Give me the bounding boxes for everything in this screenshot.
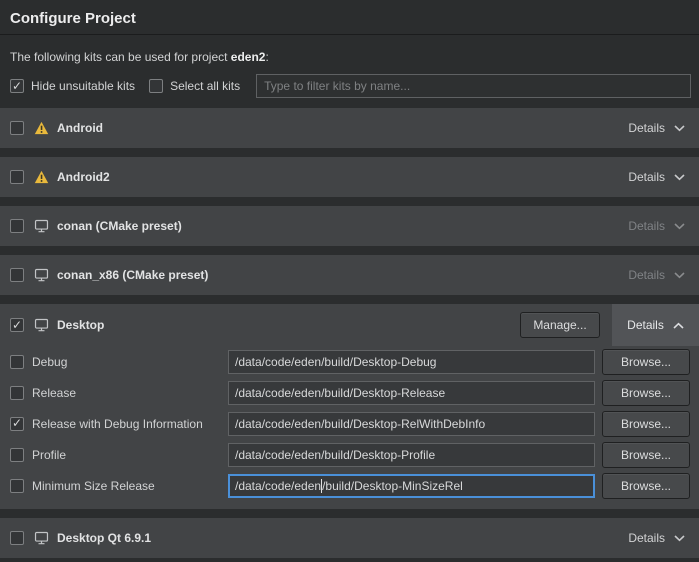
- kit-filter-controls: Hide unsuitable kits Select all kits: [0, 74, 699, 98]
- project-name: eden2: [231, 50, 266, 64]
- select-all-kits-label: Select all kits: [170, 79, 240, 93]
- build-config-row-relwithdebinfo: Release with Debug Information Browse...: [0, 408, 699, 439]
- build-dir-input-release[interactable]: [228, 381, 595, 405]
- kit-row-android: Android Details: [0, 108, 699, 148]
- build-config-label: Debug: [32, 355, 228, 369]
- page-title-bar: Configure Project: [0, 0, 699, 35]
- browse-button[interactable]: Browse...: [602, 473, 690, 499]
- details-button-disabled[interactable]: Details: [618, 206, 699, 246]
- configure-project-page: Configure Project The following kits can…: [0, 0, 699, 562]
- kit-row-desktop-qt-691: Desktop Qt 6.9.1 Details: [0, 518, 699, 558]
- build-dir-input-relwithdebinfo[interactable]: [228, 412, 595, 436]
- build-config-label: Release: [32, 386, 228, 400]
- intro-prefix: The following kits can be used for proje…: [10, 50, 231, 64]
- build-dir-input-debug[interactable]: [228, 350, 595, 374]
- kit-name: Desktop Qt 6.9.1: [57, 531, 151, 545]
- browse-button[interactable]: Browse...: [602, 442, 690, 468]
- kit-name: conan (CMake preset): [57, 219, 182, 233]
- input-text-after-caret: /build/Desktop-MinSizeRel: [322, 479, 463, 493]
- desktop-icon: [34, 318, 49, 332]
- build-config-checkbox[interactable]: [10, 479, 24, 493]
- details-button-disabled[interactable]: Details: [618, 255, 699, 295]
- kit-name: Android2: [57, 170, 110, 184]
- page-title: Configure Project: [10, 10, 689, 27]
- kit-checkbox[interactable]: [10, 219, 24, 233]
- kit-group-desktop: Desktop Manage... Details Debug Browse..…: [0, 304, 699, 509]
- details-label: Details: [628, 531, 665, 545]
- browse-button[interactable]: Browse...: [602, 411, 690, 437]
- kit-name: Android: [57, 121, 103, 135]
- build-config-row-debug: Debug Browse...: [0, 346, 699, 377]
- browse-button[interactable]: Browse...: [602, 380, 690, 406]
- select-all-kits-option[interactable]: Select all kits: [149, 79, 240, 93]
- kit-row-android2: Android2 Details: [0, 157, 699, 197]
- select-all-kits-checkbox[interactable]: [149, 79, 163, 93]
- chevron-down-icon: [674, 174, 685, 181]
- kit-checkbox[interactable]: [10, 531, 24, 545]
- build-config-label: Profile: [32, 448, 228, 462]
- kit-row-conan-x86: conan_x86 (CMake preset) Details: [0, 255, 699, 295]
- build-config-checkbox[interactable]: [10, 386, 24, 400]
- hide-unsuitable-kits-label: Hide unsuitable kits: [31, 79, 135, 93]
- kit-checkbox[interactable]: [10, 318, 24, 332]
- kit-name: Desktop: [57, 318, 104, 332]
- kit-checkbox[interactable]: [10, 121, 24, 135]
- kit-row-conan: conan (CMake preset) Details: [0, 206, 699, 246]
- build-dir-input-minsizerel-focused[interactable]: /data/code/eden/build/Desktop-MinSizeRel: [228, 474, 595, 498]
- chevron-down-icon: [674, 535, 685, 542]
- build-config-label: Release with Debug Information: [32, 417, 228, 431]
- manage-button[interactable]: Manage...: [520, 312, 600, 338]
- details-button[interactable]: Details: [618, 518, 699, 558]
- details-label: Details: [628, 268, 665, 282]
- desktop-icon: [34, 219, 49, 233]
- build-config-row-profile: Profile Browse...: [0, 439, 699, 470]
- input-text-before-caret: /data/code/eden: [235, 479, 321, 493]
- desktop-icon: [34, 531, 49, 545]
- details-label: Details: [628, 219, 665, 233]
- hide-unsuitable-kits-checkbox[interactable]: [10, 79, 24, 93]
- build-config-row-minsizerel: Minimum Size Release /data/code/eden/bui…: [0, 470, 699, 501]
- chevron-down-icon: [674, 125, 685, 132]
- chevron-down-icon: [674, 272, 685, 279]
- details-button[interactable]: Details: [618, 157, 699, 197]
- chevron-up-icon: [673, 322, 684, 329]
- details-button[interactable]: Details: [618, 108, 699, 148]
- chevron-down-icon: [674, 223, 685, 230]
- browse-button[interactable]: Browse...: [602, 349, 690, 375]
- build-config-checkbox[interactable]: [10, 448, 24, 462]
- intro-suffix: :: [265, 50, 268, 64]
- kit-checkbox[interactable]: [10, 268, 24, 282]
- warning-icon: [34, 170, 49, 184]
- desktop-icon: [34, 268, 49, 282]
- kit-filter-input[interactable]: [256, 74, 691, 98]
- intro-text: The following kits can be used for proje…: [10, 50, 689, 64]
- details-button-expanded[interactable]: Details: [612, 304, 699, 346]
- kit-list: Android Details Android2 Details: [0, 108, 699, 558]
- build-config-checkbox[interactable]: [10, 355, 24, 369]
- build-config-row-release: Release Browse...: [0, 377, 699, 408]
- hide-unsuitable-kits-option[interactable]: Hide unsuitable kits: [10, 79, 135, 93]
- build-config-checkbox[interactable]: [10, 417, 24, 431]
- build-config-label: Minimum Size Release: [32, 479, 228, 493]
- build-dir-input-profile[interactable]: [228, 443, 595, 467]
- kit-row-desktop: Desktop Manage... Details: [0, 304, 699, 346]
- warning-icon: [34, 121, 49, 135]
- details-label: Details: [628, 170, 665, 184]
- details-label: Details: [627, 318, 664, 332]
- kit-name: conan_x86 (CMake preset): [57, 268, 208, 282]
- details-label: Details: [628, 121, 665, 135]
- kit-checkbox[interactable]: [10, 170, 24, 184]
